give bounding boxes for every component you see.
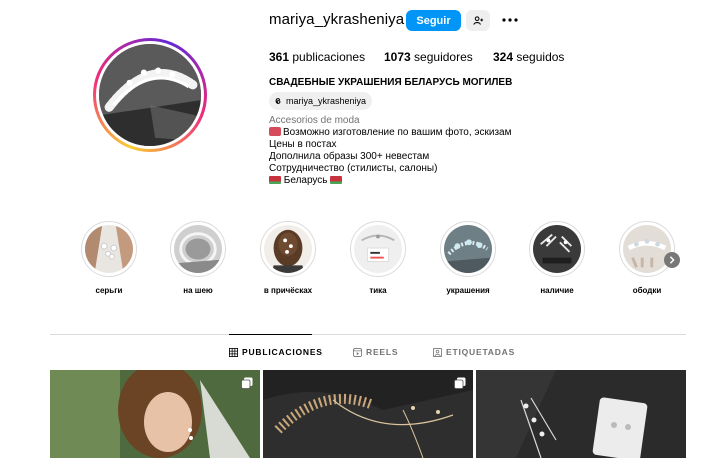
- following-count[interactable]: 324 seguidos: [493, 50, 564, 64]
- highlight-cover: [444, 225, 492, 273]
- bio-line-1: Возможно изготовление по вашим фото, эск…: [269, 127, 512, 138]
- tagged-icon: [433, 347, 442, 357]
- necklace-thumbnail: [174, 225, 222, 273]
- following-count-label: seguidos: [516, 50, 565, 64]
- highlight-label: ободки: [632, 286, 662, 295]
- posts-count-value: 361: [269, 50, 290, 64]
- earrings-thumbnail: [85, 225, 133, 273]
- followers-count[interactable]: 1073 seguidores: [384, 50, 473, 64]
- profile-avatar[interactable]: [93, 38, 207, 152]
- belarus-flag-icon: [269, 176, 281, 184]
- bio-line-2: Цены в постах: [269, 139, 337, 150]
- posts-count: 361 publicaciones: [269, 50, 365, 64]
- avatar-tiara-illustration: [99, 44, 201, 146]
- jewelry-thumbnail: [444, 225, 492, 273]
- belarus-flag-icon: [330, 176, 343, 184]
- bio-line-1-text: Возможно изготовление по вашим фото, эск…: [283, 127, 512, 138]
- reels-icon: [353, 347, 362, 357]
- headband-thumbnail: [623, 225, 671, 273]
- highlight-ring: [350, 221, 406, 277]
- profile-full-name: СВАДЕБНЫЕ УКРАШЕНИЯ БЕЛАРУСЬ МОГИЛЕВ: [269, 77, 513, 88]
- more-options-button[interactable]: [500, 12, 520, 28]
- highlight-ring: [619, 221, 675, 277]
- highlight-label: в причёсках: [263, 286, 313, 295]
- threads-icon: [275, 98, 281, 104]
- profile-category: Accesorios de moda: [269, 115, 360, 126]
- highlights-next-button[interactable]: [664, 252, 680, 268]
- suggested-accounts-button[interactable]: [466, 10, 490, 31]
- highlight-ring: [170, 221, 226, 277]
- highlight-cover: [533, 225, 581, 273]
- tika-thumbnail: [354, 225, 402, 273]
- follow-button[interactable]: Seguir: [406, 10, 461, 31]
- highlight-cover: [174, 225, 222, 273]
- highlight-necklaces[interactable]: на шею: [168, 221, 228, 295]
- tabs-divider: [50, 334, 686, 335]
- post-tile-2[interactable]: [263, 370, 473, 458]
- following-count-value: 324: [493, 50, 514, 64]
- in-stock-thumbnail: [533, 225, 581, 273]
- chevron-right-icon: [669, 256, 675, 264]
- tab-tagged-label: ETIQUETADAS: [446, 347, 516, 357]
- person-plus-icon: [472, 16, 483, 25]
- threads-link[interactable]: mariya_ykrasheniya: [269, 92, 373, 110]
- highlight-cover: [623, 225, 671, 273]
- bio-line-4: Сотрудничество (стилисты, салоны): [269, 163, 438, 174]
- grid-icon: [229, 347, 238, 357]
- bio-line-5: Беларусь: [269, 175, 343, 186]
- hairstyle-thumbnail: [264, 225, 312, 273]
- tab-posts-label: PUBLICACIONES: [242, 347, 323, 357]
- avatar-border: [96, 41, 204, 149]
- highlight-earrings[interactable]: серьги: [79, 221, 139, 295]
- posts-count-label: publicaciones: [292, 50, 366, 64]
- highlight-cover: [85, 225, 133, 273]
- highlight-hairstyles[interactable]: в причёсках: [258, 221, 318, 295]
- highlight-ring: [81, 221, 137, 277]
- highlight-ring: [260, 221, 316, 277]
- tab-reels-label: REELS: [366, 347, 399, 357]
- highlight-label: на шею: [183, 286, 213, 295]
- highlight-ring: [529, 221, 585, 277]
- bio-line-3: Дополнила образы 300+ невестам: [269, 151, 430, 162]
- highlight-label: серьги: [95, 286, 123, 295]
- threads-handle: mariya_ykrasheniya: [286, 96, 367, 106]
- highlight-cover: [354, 225, 402, 273]
- profile-username: mariya_ykrasheniya: [269, 11, 405, 28]
- highlight-label: тика: [369, 286, 387, 295]
- bio-line-5-text: Беларусь: [283, 175, 328, 186]
- earrings-card-image: [476, 370, 686, 458]
- active-tab-indicator: [229, 334, 312, 335]
- followers-count-label: seguidores: [414, 50, 473, 64]
- post-tile-3[interactable]: [476, 370, 686, 458]
- tab-posts[interactable]: PUBLICACIONES: [229, 347, 323, 357]
- post-tile-1[interactable]: [50, 370, 260, 458]
- carousel-icon: [454, 377, 466, 389]
- highlight-cover: [264, 225, 312, 273]
- highlight-in-stock[interactable]: наличие: [527, 221, 587, 295]
- highlight-ring: [440, 221, 496, 277]
- avatar-image: [99, 44, 201, 146]
- gold-jewelry-image: [263, 370, 473, 458]
- followers-count-value: 1073: [384, 50, 411, 64]
- books-emoji-icon: [269, 127, 281, 136]
- highlight-jewelry[interactable]: украшения: [438, 221, 498, 295]
- carousel-icon: [241, 377, 253, 389]
- bride-portrait-image: [50, 370, 260, 458]
- highlight-label: наличие: [540, 286, 574, 295]
- tab-tagged[interactable]: ETIQUETADAS: [433, 347, 515, 357]
- highlight-tika[interactable]: тика: [348, 221, 408, 295]
- highlight-label: украшения: [446, 286, 490, 295]
- more-dots-icon: [502, 18, 518, 22]
- tab-reels[interactable]: REELS: [353, 347, 398, 357]
